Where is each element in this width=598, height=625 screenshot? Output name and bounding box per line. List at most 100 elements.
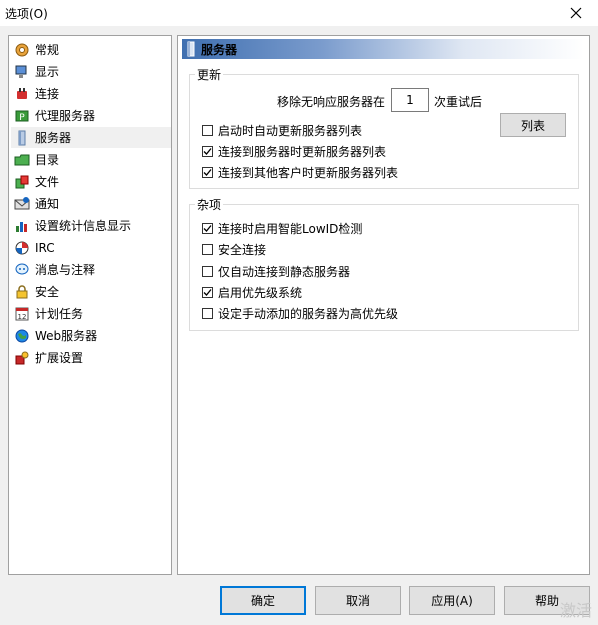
checkbox-label: 启用优先级系统: [218, 286, 303, 300]
settings-panel: 服务器 更新 移除无响应服务器在 1 次重试后 列表 启动时自动更新服务器列表 …: [177, 35, 590, 575]
nav-label: 安全: [35, 285, 60, 299]
checkbox-box[interactable]: [202, 223, 213, 234]
retry-count-value: 1: [406, 93, 414, 107]
nav-label: 目录: [35, 153, 60, 167]
nav-label: 连接: [35, 87, 60, 101]
nav-label: 常规: [35, 43, 60, 57]
nav-item-directory[interactable]: 目录: [11, 149, 171, 170]
checkbox-label: 安全连接: [218, 243, 267, 257]
nav-item-schedule[interactable]: 12 计划任务: [11, 303, 171, 324]
check-icon: [203, 148, 212, 155]
svg-text:12: 12: [18, 313, 27, 321]
panel-header: 服务器: [182, 39, 584, 59]
lock-icon: [16, 284, 28, 298]
nav-item-general[interactable]: 常规: [11, 39, 171, 60]
nav-item-files[interactable]: 文件: [11, 171, 171, 192]
gear-icon: [15, 43, 29, 56]
close-button[interactable]: [554, 0, 598, 26]
folder-icon: [14, 154, 30, 165]
checkbox-label: 连接时启用智能LowID检测: [218, 222, 363, 236]
cancel-button-label: 取消: [345, 594, 370, 608]
priority-system-checkbox[interactable]: 启用优先级系统: [202, 284, 302, 301]
auto-update-on-start-checkbox[interactable]: 启动时自动更新服务器列表: [202, 122, 362, 139]
calendar-icon: 12: [15, 307, 29, 321]
remove-suffix-label: 次重试后: [434, 95, 483, 109]
checkbox-box[interactable]: [202, 287, 213, 298]
nav-item-connection[interactable]: 连接: [11, 83, 171, 104]
nav-item-irc[interactable]: IRC: [11, 237, 171, 258]
misc-group-label: 杂项: [195, 196, 224, 213]
notification-icon: [14, 196, 30, 209]
secure-connection-checkbox[interactable]: 安全连接: [202, 241, 266, 258]
activation-watermark: 激活: [559, 601, 592, 620]
ok-button-label: 确定: [250, 594, 275, 608]
window-title: 选项(O): [5, 7, 48, 21]
nav-item-messages[interactable]: 消息与注释: [11, 259, 171, 280]
checkbox-box[interactable]: [202, 308, 213, 319]
update-on-server-connect-checkbox[interactable]: 连接到服务器时更新服务器列表: [202, 143, 386, 160]
manual-high-priority-checkbox[interactable]: 设定手动添加的服务器为高优先级: [202, 305, 398, 322]
statistics-icon: [16, 221, 27, 232]
nav-label: 通知: [35, 197, 60, 211]
nav-item-statistics[interactable]: 设置统计信息显示: [11, 215, 171, 236]
nav-item-display[interactable]: 显示: [11, 61, 171, 82]
checkbox-label: 连接到其他客户时更新服务器列表: [218, 166, 399, 180]
nav-label: 计划任务: [35, 307, 84, 321]
update-on-client-connect-checkbox[interactable]: 连接到其他客户时更新服务器列表: [202, 164, 398, 181]
checkbox-label: 启动时自动更新服务器列表: [218, 124, 363, 138]
globe-icon: [15, 329, 29, 342]
check-icon: [203, 289, 212, 296]
irc-icon: [15, 241, 29, 254]
nav-label: 设置统计信息显示: [35, 219, 132, 233]
checkbox-box[interactable]: [202, 167, 213, 178]
ok-button[interactable]: 确定: [220, 586, 306, 615]
smart-lowid-checkbox[interactable]: 连接时启用智能LowID检测: [202, 220, 362, 237]
files-icon: [15, 175, 29, 188]
checkbox-label: 连接到服务器时更新服务器列表: [218, 145, 387, 159]
server-icon: [18, 130, 26, 145]
svg-text:P: P: [19, 113, 25, 123]
plug-icon: [17, 87, 27, 99]
nav-item-extended[interactable]: 扩展设置: [11, 347, 171, 368]
retry-count-input[interactable]: 1: [391, 88, 429, 112]
checkbox-box[interactable]: [202, 266, 213, 277]
nav-label: IRC: [35, 240, 55, 255]
static-servers-only-checkbox[interactable]: 仅自动连接到静态服务器: [202, 263, 350, 280]
nav-label: 显示: [35, 65, 60, 79]
category-list: 常规 显示 连接 P 代理服务器 服务器 目录 文件 通知 设置统计信息显示 I…: [8, 35, 172, 575]
apply-button-label: 应用(A): [431, 594, 473, 608]
nav-label: 文件: [35, 175, 60, 189]
message-icon: [15, 263, 29, 274]
check-icon: [203, 169, 212, 176]
server-list-button-label: 列表: [520, 118, 545, 133]
panel-title: 服务器: [201, 42, 238, 57]
nav-label: 服务器: [35, 131, 72, 145]
extension-icon: [15, 351, 29, 364]
checkbox-label: 仅自动连接到静态服务器: [218, 265, 351, 279]
remove-label: 移除无响应服务器在: [277, 95, 386, 109]
nav-label: 消息与注释: [35, 263, 96, 277]
nav-item-server[interactable]: 服务器: [11, 127, 171, 148]
checkbox-box[interactable]: [202, 146, 213, 157]
cancel-button[interactable]: 取消: [315, 586, 401, 615]
update-group-label: 更新: [195, 66, 224, 83]
checkbox-label: 设定手动添加的服务器为高优先级: [218, 307, 399, 321]
checkbox-box[interactable]: [202, 125, 213, 136]
close-icon: [570, 7, 582, 19]
proxy-icon: P: [15, 110, 29, 123]
nav-item-security[interactable]: 安全: [11, 281, 171, 302]
server-icon: [187, 41, 195, 57]
help-button-label: 帮助: [534, 594, 559, 608]
monitor-icon: [15, 65, 27, 78]
nav-label: 扩展设置: [35, 351, 84, 365]
checkbox-box[interactable]: [202, 244, 213, 255]
server-list-button[interactable]: 列表: [500, 113, 566, 137]
nav-label: 代理服务器: [35, 109, 96, 123]
nav-item-notification[interactable]: 通知: [11, 193, 171, 214]
nav-label: Web服务器: [35, 329, 98, 343]
nav-item-web-server[interactable]: Web服务器: [11, 325, 171, 346]
apply-button[interactable]: 应用(A): [409, 586, 495, 615]
nav-item-proxy[interactable]: P 代理服务器: [11, 105, 171, 126]
check-icon: [203, 225, 212, 232]
title-bar: 选项(O): [0, 0, 598, 26]
